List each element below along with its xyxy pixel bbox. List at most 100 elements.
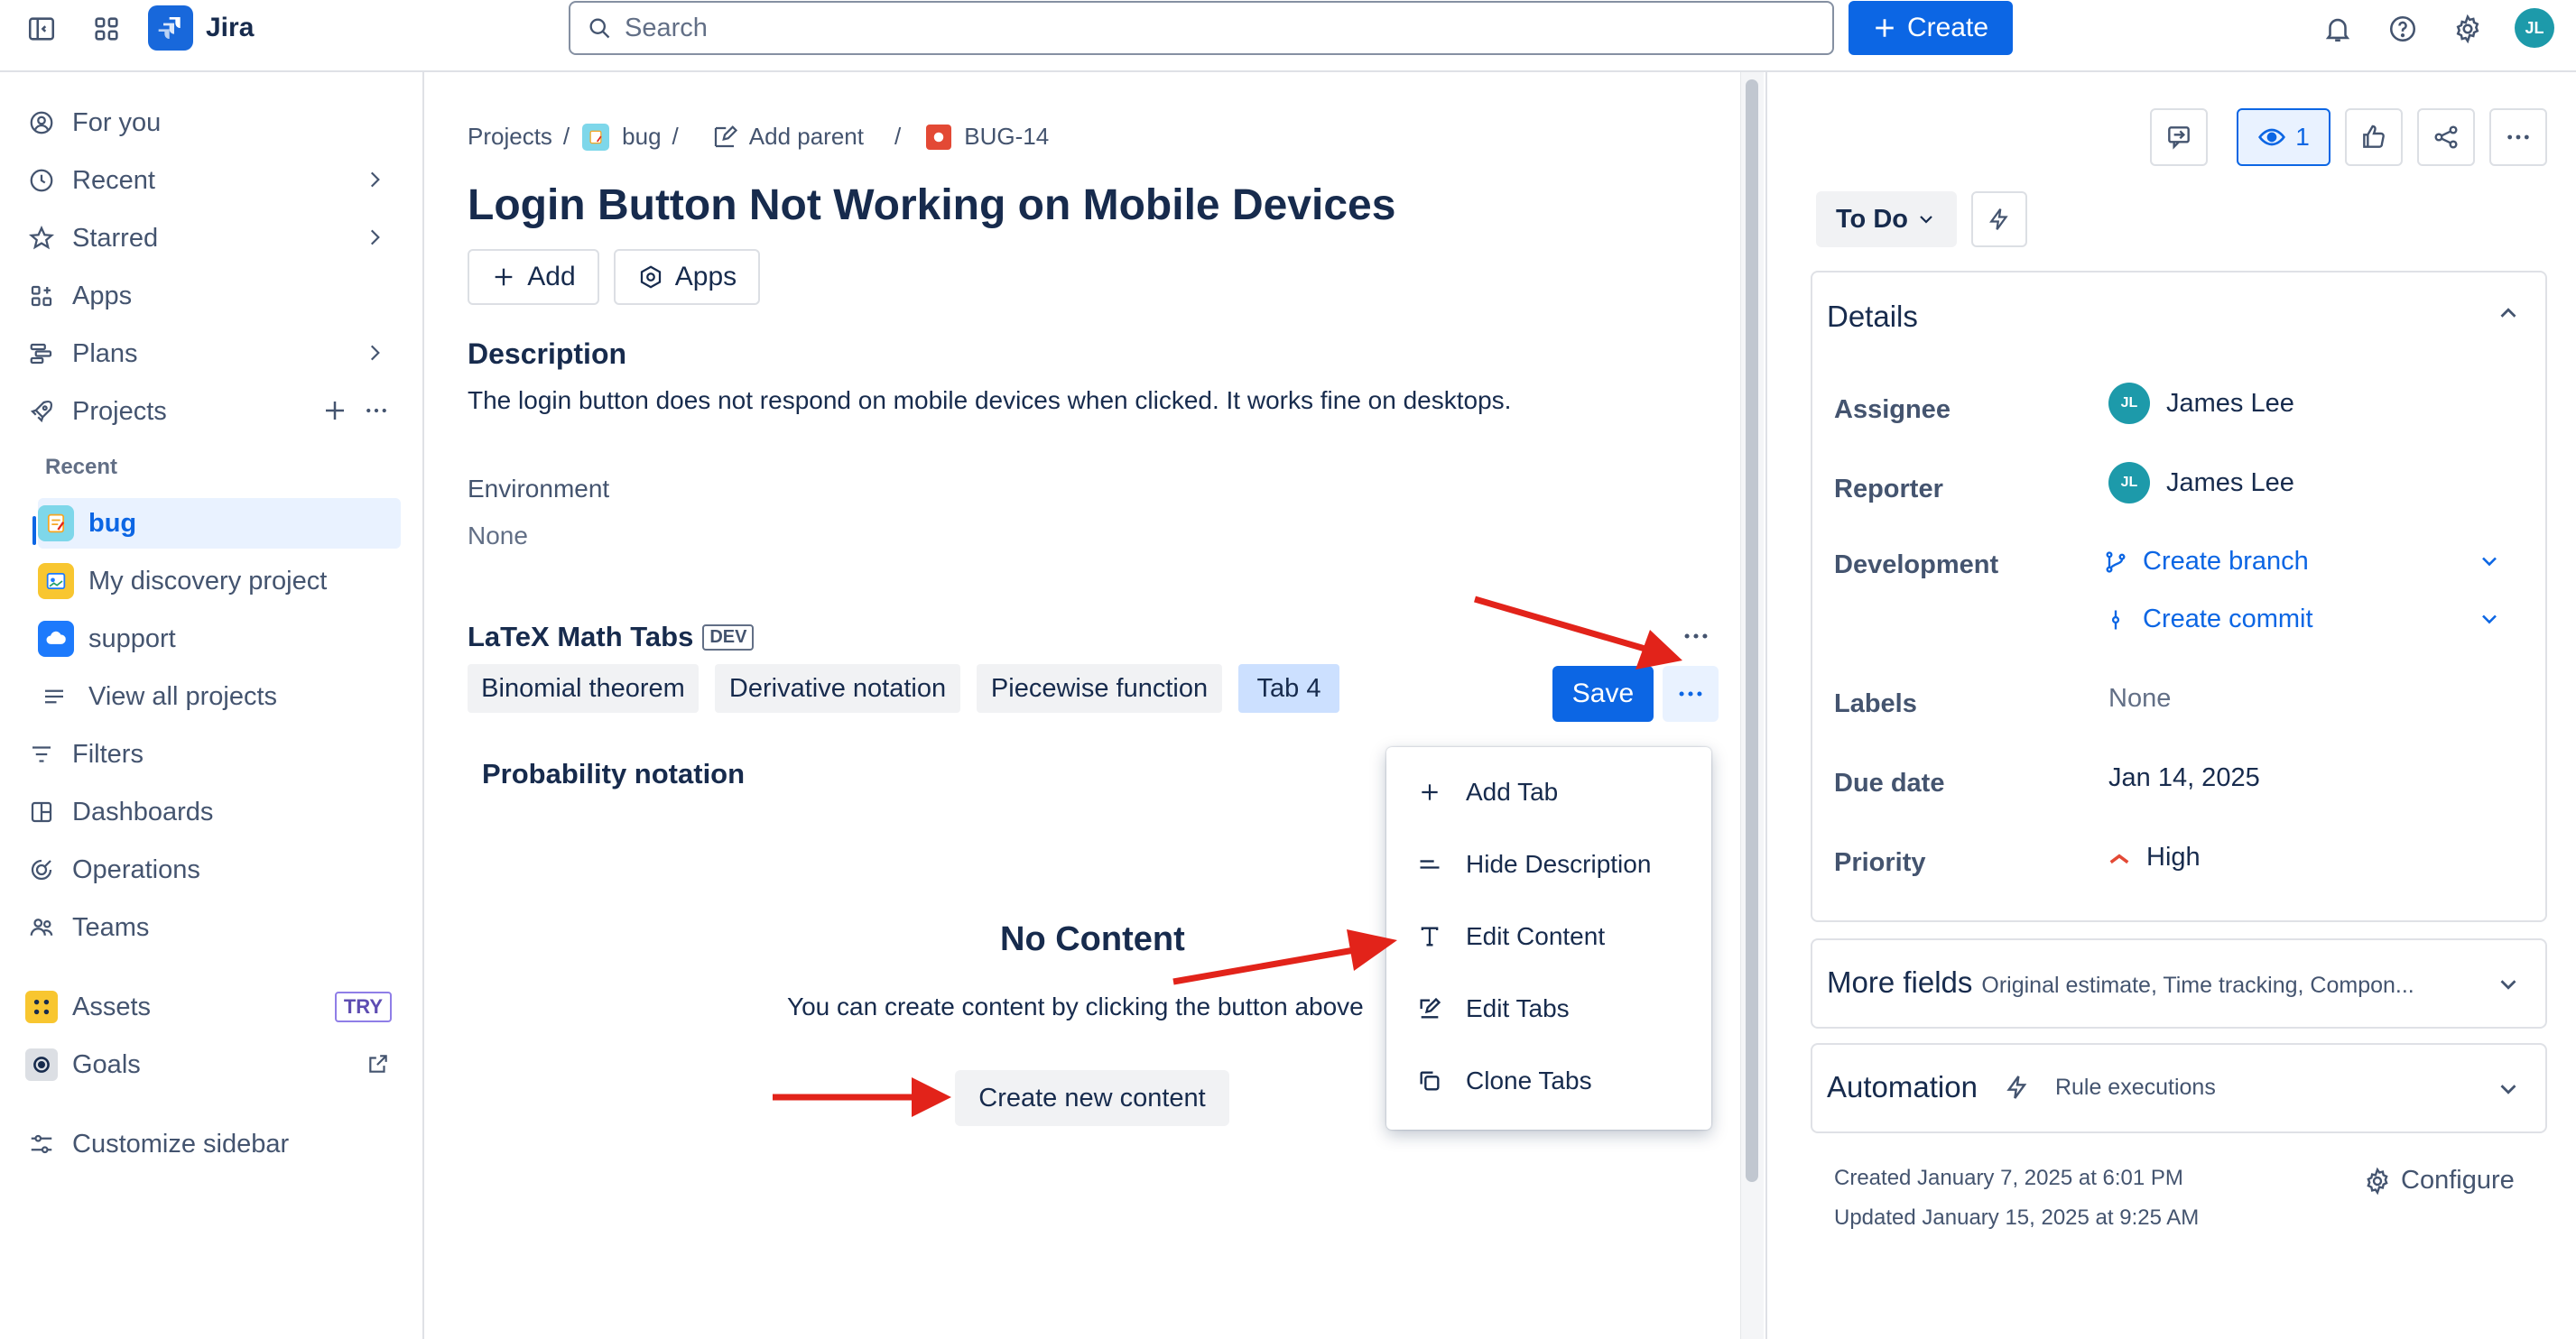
sidebar-item-plans[interactable]: Plans xyxy=(25,328,403,379)
feedback-button[interactable] xyxy=(2150,108,2208,166)
menu-item-hide-description[interactable]: Hide Description xyxy=(1412,832,1651,897)
more-fields-summary: Original estimate, Time tracking, Compon… xyxy=(1981,973,2414,998)
watch-button[interactable]: 1 xyxy=(2237,108,2330,166)
settings-gear-icon xyxy=(2363,1167,2392,1196)
sidebar-item-teams[interactable]: Teams xyxy=(25,902,403,953)
tab-binomial-theorem[interactable]: Binomial theorem xyxy=(468,664,699,713)
sidebar-item-for-you[interactable]: For you xyxy=(25,97,403,148)
assignee-value[interactable]: JL James Lee xyxy=(2108,383,2294,424)
more-fields-header: More fields Original estimate, Time trac… xyxy=(1827,965,2414,1000)
rule-executions-label: Rule executions xyxy=(2054,1074,2216,1100)
save-button[interactable]: Save xyxy=(1552,666,1654,722)
more-horizontal-icon[interactable] xyxy=(1681,621,1711,651)
chevron-down-icon[interactable] xyxy=(2477,606,2502,632)
sidebar-project-discovery[interactable]: My discovery project xyxy=(38,556,401,606)
breadcrumb-project[interactable]: bug xyxy=(622,123,661,151)
chevron-down-icon[interactable] xyxy=(2477,549,2502,574)
plans-icon xyxy=(25,337,58,370)
more-actions-button[interactable] xyxy=(2489,108,2547,166)
sidebar-item-dashboards[interactable]: Dashboards xyxy=(25,787,403,837)
search-input[interactable]: Search xyxy=(569,1,1834,55)
notifications-icon[interactable] xyxy=(2316,7,2359,51)
eye-icon xyxy=(2257,123,2286,152)
external-link-icon xyxy=(366,1052,390,1076)
user-avatar[interactable]: JL xyxy=(2515,8,2554,48)
menu-item-clone-tabs[interactable]: Clone Tabs xyxy=(1412,1048,1592,1113)
more-horizontal-icon[interactable] xyxy=(363,397,390,424)
project-discovery-icon xyxy=(38,563,74,599)
sidebar-project-support[interactable]: support xyxy=(38,614,401,664)
created-timestamp: Created January 7, 2025 at 6:01 PM xyxy=(1834,1166,2183,1190)
environment-value[interactable]: None xyxy=(468,522,528,550)
dev-badge: DEV xyxy=(702,623,755,651)
apps-button-label: Apps xyxy=(674,262,737,291)
app-switcher-icon[interactable] xyxy=(85,7,128,51)
breadcrumb-separator: / xyxy=(672,123,679,150)
breadcrumb-issue-key[interactable]: BUG-14 xyxy=(964,123,1049,151)
goals-icon xyxy=(25,1048,58,1081)
chevron-down-icon[interactable] xyxy=(2495,1076,2522,1103)
sidebar-item-recent[interactable]: Recent xyxy=(25,155,403,206)
project-support-icon xyxy=(38,621,74,657)
scrollbar-thumb[interactable] xyxy=(1746,79,1758,1182)
apps-button[interactable]: Apps xyxy=(614,249,760,305)
sidebar-item-projects[interactable]: Projects xyxy=(25,386,403,437)
sidebar-item-operations[interactable]: Operations xyxy=(25,845,403,895)
sidebar-item-starred[interactable]: Starred xyxy=(25,213,403,263)
automation-title: Automation xyxy=(1827,1070,1978,1104)
tab-4[interactable]: Tab 4 xyxy=(1238,664,1339,713)
like-button[interactable] xyxy=(2345,108,2403,166)
tab-derivative-notation[interactable]: Derivative notation xyxy=(715,664,960,713)
create-button[interactable]: Create xyxy=(1849,1,2013,55)
sidebar-customize[interactable]: Customize sidebar xyxy=(25,1119,403,1169)
sidebar-project-bug[interactable]: bug xyxy=(38,498,401,549)
priority-value[interactable]: High xyxy=(2107,843,2201,873)
selected-indicator xyxy=(32,516,36,545)
menu-item-label: Add Tab xyxy=(1466,778,1559,806)
reporter-label: Reporter xyxy=(1834,475,1943,503)
configure-button[interactable]: Configure xyxy=(2363,1166,2515,1196)
add-project-plus-icon[interactable] xyxy=(321,397,348,424)
chevron-up-icon[interactable] xyxy=(2495,300,2522,327)
help-icon[interactable] xyxy=(2381,7,2424,51)
sidebar-item-filters[interactable]: Filters xyxy=(25,729,403,780)
menu-item-edit-tabs[interactable]: Edit Tabs xyxy=(1412,976,1570,1041)
issue-title[interactable]: Login Button Not Working on Mobile Devic… xyxy=(468,180,1395,230)
description-text[interactable]: The login button does not respond on mob… xyxy=(468,386,1511,415)
create-new-content-button[interactable]: Create new content xyxy=(955,1070,1229,1126)
search-placeholder: Search xyxy=(625,13,708,42)
edit-pencil-icon xyxy=(711,124,738,151)
create-branch-link[interactable]: Create branch xyxy=(2103,547,2309,577)
assets-icon xyxy=(25,991,58,1023)
tab-options-button[interactable] xyxy=(1663,666,1719,722)
automation-actions-button[interactable] xyxy=(1971,191,2027,247)
top-navigation: Jira Search Create JL xyxy=(0,0,2576,72)
menu-item-edit-content[interactable]: Edit Content xyxy=(1412,904,1605,969)
add-button[interactable]: Add xyxy=(468,249,599,305)
labels-value[interactable]: None xyxy=(2108,684,2171,714)
sidebar-item-label: Apps xyxy=(72,281,133,310)
share-button[interactable] xyxy=(2417,108,2475,166)
menu-item-add-tab[interactable]: Add Tab xyxy=(1412,760,1558,825)
tab-piecewise-function[interactable]: Piecewise function xyxy=(977,664,1222,713)
dashboard-icon xyxy=(25,796,58,828)
reporter-value[interactable]: JL James Lee xyxy=(2108,462,2294,503)
breadcrumb-projects[interactable]: Projects xyxy=(468,123,552,151)
labels-label: Labels xyxy=(1834,689,1917,718)
sidebar-toggle-icon[interactable] xyxy=(20,7,63,51)
filter-icon xyxy=(25,738,58,771)
settings-gear-icon[interactable] xyxy=(2446,7,2489,51)
status-dropdown[interactable]: To Do xyxy=(1816,191,1957,247)
due-date-value[interactable]: Jan 14, 2025 xyxy=(2108,763,2260,793)
chevron-down-icon[interactable] xyxy=(2495,971,2522,998)
jira-logo[interactable]: Jira xyxy=(148,5,254,51)
sidebar-item-goals[interactable]: Goals xyxy=(25,1039,403,1090)
apps-grid-icon xyxy=(25,280,58,312)
breadcrumb-add-parent[interactable]: Add parent xyxy=(749,123,864,151)
sidebar-view-all-projects[interactable]: View all projects xyxy=(38,671,401,722)
details-heading[interactable]: Details xyxy=(1827,300,1918,334)
sidebar-item-assets[interactable]: Assets TRY xyxy=(25,982,403,1032)
edit-pencil-icon xyxy=(1412,996,1448,1021)
create-commit-link[interactable]: Create commit xyxy=(2103,605,2313,634)
sidebar-item-apps[interactable]: Apps xyxy=(25,271,403,321)
